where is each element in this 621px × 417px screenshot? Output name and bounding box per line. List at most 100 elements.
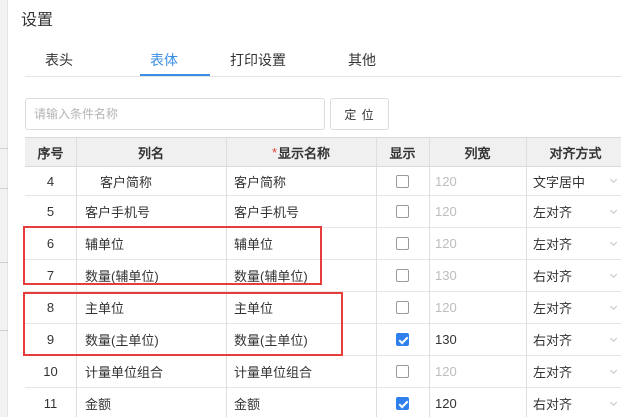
tab-header[interactable]: 表头 (45, 50, 73, 70)
column-header-display-label: 显示名称 (278, 145, 331, 161)
row-seq: 5 (46, 204, 55, 219)
tab-print-settings[interactable]: 打印设置 (230, 50, 286, 70)
row-column-name: 主单位 (85, 301, 125, 316)
align-select-value: 左对齐 (533, 301, 573, 316)
row-display-name-field[interactable]: 数量(辅单位) (226, 260, 376, 291)
column-divider (376, 137, 377, 417)
row-width-field[interactable]: 120 (429, 228, 526, 259)
row-width-field[interactable]: 120 (429, 388, 526, 417)
chevron-down-icon (609, 302, 618, 310)
row-align-select[interactable]: 左对齐 (526, 356, 621, 387)
show-checkbox[interactable] (396, 333, 409, 346)
table-row: 8 主单位 主单位 120 左对齐 (25, 292, 621, 324)
column-divider (226, 137, 227, 417)
row-column-name: 辅单位 (85, 237, 125, 252)
row-width-field[interactable]: 120 (429, 356, 526, 387)
table-row: 10 计量单位组合 计量单位组合 120 左对齐 (25, 356, 621, 388)
column-header-seq: 序号 (25, 137, 76, 167)
chevron-down-icon (609, 238, 618, 246)
row-width-field[interactable]: 120 (429, 196, 526, 227)
align-select-value: 左对齐 (533, 365, 573, 380)
column-header-display-name: * 显示名称 (226, 137, 376, 167)
column-header-width: 列宽 (429, 137, 526, 167)
table-row: 4 客户简称 客户简称 120 文字居中 (25, 167, 621, 196)
show-checkbox[interactable] (396, 301, 409, 314)
row-column-name: 客户简称 (100, 174, 153, 190)
row-align-select[interactable]: 右对齐 (526, 324, 621, 355)
row-display-name-field[interactable]: 金额 (226, 388, 376, 417)
row-seq: 10 (43, 364, 58, 379)
column-divider (76, 137, 77, 417)
column-header-name: 列名 (76, 137, 226, 167)
row-show-cell (376, 356, 429, 387)
column-divider (526, 137, 527, 417)
column-divider (429, 137, 430, 417)
row-align-select[interactable]: 左对齐 (526, 292, 621, 323)
row-show-cell (376, 228, 429, 259)
required-mark: * (271, 144, 278, 160)
row-column-name: 金额 (85, 397, 112, 412)
row-show-cell (376, 167, 429, 195)
chevron-down-icon (609, 366, 618, 374)
row-column-name: 数量(辅单位) (85, 269, 159, 284)
row-show-cell (376, 388, 429, 417)
row-align-select[interactable]: 文字居中 (526, 167, 621, 195)
chevron-down-icon (609, 398, 618, 406)
tab-bar: 表头 表体 打印设置 其他 (25, 40, 621, 77)
column-header-align: 对齐方式 (526, 137, 621, 167)
row-seq: 4 (46, 173, 55, 189)
condition-search-input[interactable] (25, 98, 325, 130)
show-checkbox[interactable] (396, 365, 409, 378)
locate-button[interactable]: 定 位 (330, 98, 389, 130)
show-checkbox[interactable] (396, 269, 409, 282)
row-align-select[interactable]: 右对齐 (526, 260, 621, 291)
row-display-name-field[interactable]: 辅单位 (226, 228, 376, 259)
row-align-select[interactable]: 右对齐 (526, 388, 621, 417)
row-show-cell (376, 260, 429, 291)
align-select-value: 右对齐 (533, 333, 573, 348)
row-show-cell (376, 292, 429, 323)
row-column-name: 计量单位组合 (85, 365, 164, 380)
show-checkbox[interactable] (396, 397, 409, 410)
row-width-field[interactable]: 120 (429, 292, 526, 323)
table-row: 6 辅单位 辅单位 120 左对齐 (25, 228, 621, 260)
row-seq: 11 (43, 396, 58, 411)
align-select-value: 右对齐 (533, 397, 573, 412)
align-select-value: 左对齐 (533, 237, 573, 252)
tab-body[interactable]: 表体 (150, 50, 178, 70)
align-select-value: 文字居中 (533, 174, 586, 190)
tab-other[interactable]: 其他 (348, 50, 376, 70)
row-show-cell (376, 196, 429, 227)
row-seq: 7 (46, 268, 55, 283)
chevron-down-icon (609, 334, 618, 342)
row-seq: 8 (46, 300, 55, 315)
row-display-name-field[interactable]: 客户手机号 (226, 196, 376, 227)
row-show-cell (376, 324, 429, 355)
show-checkbox[interactable] (396, 174, 409, 188)
column-header-show: 显示 (376, 137, 429, 167)
active-tab-indicator (140, 74, 210, 76)
align-select-value: 左对齐 (533, 205, 573, 220)
row-align-select[interactable]: 左对齐 (526, 196, 621, 227)
row-display-name-field[interactable]: 数量(主单位) (226, 324, 376, 355)
table-row: 5 客户手机号 客户手机号 120 左对齐 (25, 196, 621, 228)
row-seq: 9 (46, 332, 55, 347)
row-seq: 6 (46, 236, 55, 251)
row-width-field[interactable]: 130 (429, 260, 526, 291)
row-display-name-field[interactable]: 客户简称 (226, 167, 376, 195)
row-column-name: 客户手机号 (85, 205, 151, 220)
row-width-field[interactable]: 130 (429, 324, 526, 355)
align-select-value: 右对齐 (533, 269, 573, 284)
show-checkbox[interactable] (396, 205, 409, 218)
table-row: 7 数量(辅单位) 数量(辅单位) 130 右对齐 (25, 260, 621, 292)
table-row: 11 金额 金额 120 右对齐 (25, 388, 621, 417)
chevron-down-icon (609, 270, 618, 278)
row-display-name-field[interactable]: 计量单位组合 (226, 356, 376, 387)
row-display-name-field[interactable]: 主单位 (226, 292, 376, 323)
row-width-field[interactable]: 120 (429, 167, 526, 195)
row-column-name: 数量(主单位) (85, 333, 159, 348)
table-row: 9 数量(主单位) 数量(主单位) 130 右对齐 (25, 324, 621, 356)
show-checkbox[interactable] (396, 237, 409, 250)
chevron-down-icon (609, 206, 618, 214)
row-align-select[interactable]: 左对齐 (526, 228, 621, 259)
